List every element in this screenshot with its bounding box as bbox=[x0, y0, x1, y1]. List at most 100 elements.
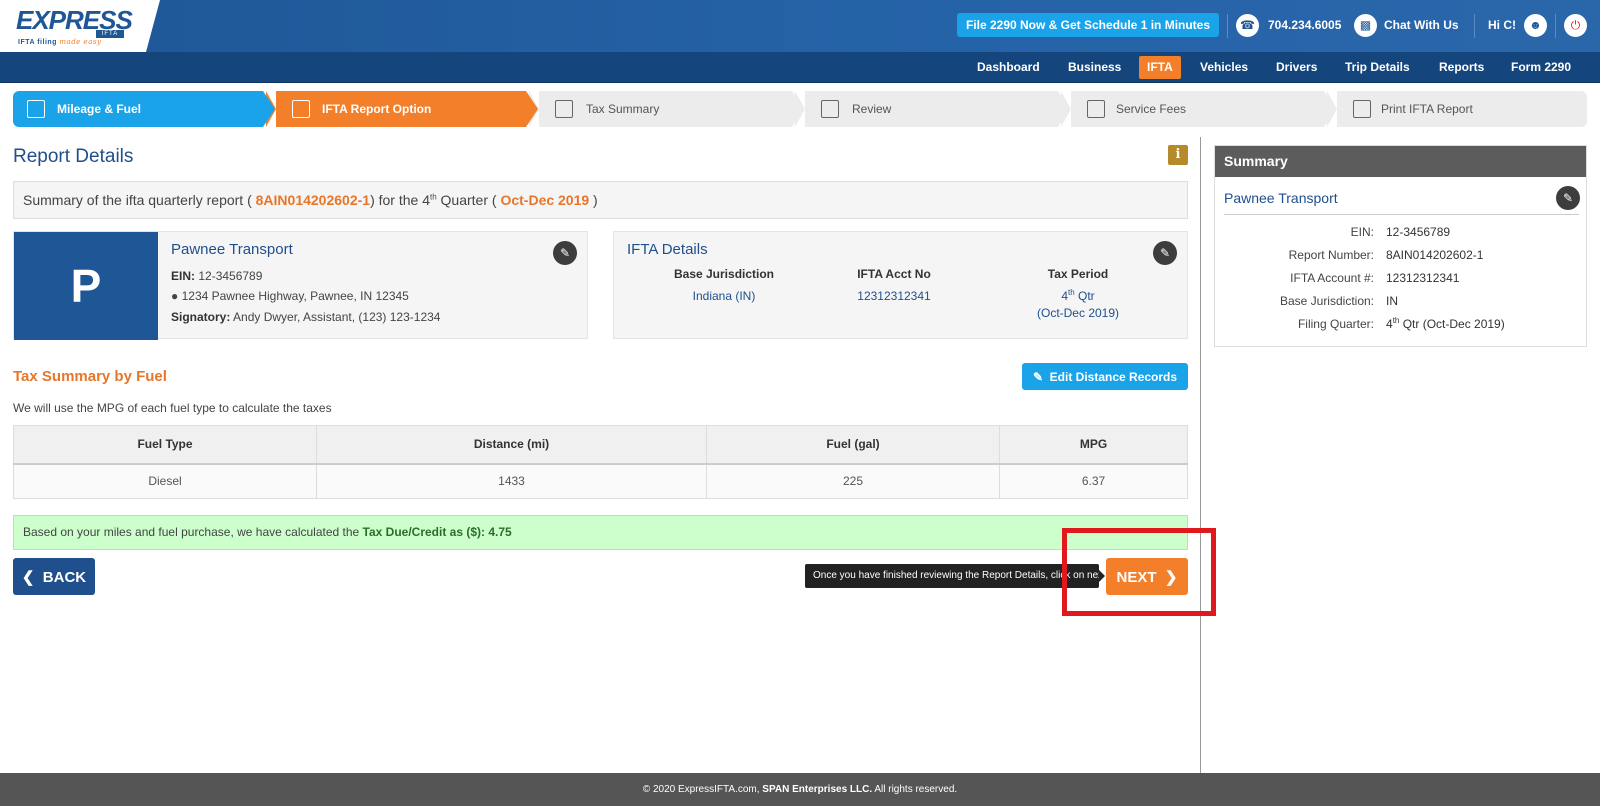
summary-panel-title: Summary bbox=[1215, 146, 1586, 177]
step-label: Print IFTA Report bbox=[1381, 102, 1473, 116]
base-jurisdiction: Base Jurisdiction Indiana (IN) bbox=[654, 267, 794, 305]
edit-ifta-pencil-icon[interactable]: ✎ bbox=[1153, 241, 1177, 265]
business-ein: EIN: 12-3456789 bbox=[171, 269, 263, 283]
content-divider bbox=[1200, 137, 1201, 773]
button-label: Edit Distance Records bbox=[1049, 369, 1178, 384]
logo[interactable]: EXPRESS IFTA IFTA filing made easy bbox=[0, 0, 160, 52]
summary-panel: Summary Pawnee Transport ✎ EIN: 12-345678… bbox=[1214, 145, 1587, 347]
tax-period-value: 4th Qtr (Oct-Dec 2019) bbox=[1036, 288, 1120, 321]
step-print-ifta-report[interactable]: Print IFTA Report bbox=[1327, 91, 1587, 127]
business-avatar: P bbox=[14, 232, 158, 340]
mpg-cell: 6.37 bbox=[999, 463, 1188, 499]
tax-due-value: Tax Due/Credit as ($): 4.75 bbox=[362, 525, 512, 539]
logo-ifta-badge: IFTA bbox=[96, 30, 124, 38]
edit-distance-records-button[interactable]: ✎ Edit Distance Records bbox=[1022, 363, 1188, 390]
step-label: Mileage & Fuel bbox=[57, 102, 142, 116]
summary-sup: th bbox=[429, 192, 437, 202]
cash-icon bbox=[1087, 100, 1105, 118]
summary-text: Summary of the ifta quarterly report ( bbox=[23, 192, 256, 208]
location-pin-icon: ● bbox=[171, 289, 179, 303]
base-jurisdiction-value: Indiana (IN) bbox=[692, 289, 756, 303]
step-arrow bbox=[526, 91, 538, 127]
wizard-steps: Mileage & Fuel IFTA Report Option Tax Su… bbox=[0, 83, 1600, 137]
logout-power-icon[interactable]: ⏻ bbox=[1564, 14, 1587, 37]
tax-period: Tax Period 4th Qtr (Oct-Dec 2019) bbox=[1008, 267, 1148, 322]
nav-reports[interactable]: Reports bbox=[1431, 56, 1492, 79]
table-row: Diesel 1433 225 6.37 bbox=[13, 463, 1188, 499]
main-nav: Dashboard Business IFTA Vehicles Drivers… bbox=[0, 52, 1600, 83]
ifta-account-value: 12312312341 bbox=[857, 289, 931, 303]
column-header: Fuel Type bbox=[13, 425, 317, 465]
footer-company: SPAN Enterprises LLC. bbox=[762, 784, 873, 795]
chat-icon: ▩ bbox=[1354, 14, 1377, 37]
info-icon[interactable]: i bbox=[1168, 145, 1188, 165]
user-profile-icon[interactable]: ☻ bbox=[1524, 14, 1547, 37]
tax-due-bar: Based on your miles and fuel purchase, w… bbox=[13, 515, 1188, 550]
ifta-details-title: IFTA Details bbox=[627, 241, 708, 258]
header-divider bbox=[1474, 14, 1475, 38]
step-arrow bbox=[1058, 91, 1070, 127]
step-tax-summary[interactable]: Tax Summary bbox=[529, 91, 804, 127]
column-header: MPG bbox=[999, 425, 1188, 465]
step-label: IFTA Report Option bbox=[322, 102, 432, 116]
phone-number[interactable]: 704.234.6005 bbox=[1268, 18, 1341, 32]
step-review[interactable]: Review bbox=[795, 91, 1070, 127]
report-number: 8AIN014202602-1 bbox=[255, 192, 371, 208]
nav-trip-details[interactable]: Trip Details bbox=[1337, 56, 1418, 79]
mpg-note: We will use the MPG of each fuel type to… bbox=[13, 401, 332, 415]
step-service-fees[interactable]: Service Fees bbox=[1061, 91, 1336, 127]
report-icon bbox=[292, 100, 310, 118]
user-greeting: Hi C! bbox=[1488, 18, 1516, 32]
header-divider bbox=[1555, 14, 1556, 38]
report-summary-bar: Summary of the ifta quarterly report ( 8… bbox=[13, 181, 1188, 219]
chevron-left-icon: ❮ bbox=[21, 568, 35, 586]
page-title: Report Details bbox=[13, 146, 134, 167]
summary-text: Quarter ( bbox=[436, 192, 501, 208]
nav-vehicles[interactable]: Vehicles bbox=[1192, 56, 1256, 79]
fuel-type-cell: Diesel bbox=[13, 463, 317, 499]
column-header: Distance (mi) bbox=[316, 425, 707, 465]
summary-text: ) for the 4 bbox=[370, 192, 430, 208]
fuel-cell: 225 bbox=[706, 463, 1000, 499]
footer-text: © 2020 ExpressIFTA.com, bbox=[642, 784, 763, 795]
fuel-tax-table: Fuel Type Distance (mi) Fuel (gal) MPG D… bbox=[13, 425, 1188, 499]
edit-summary-pencil-icon[interactable]: ✎ bbox=[1556, 186, 1580, 210]
business-card: P Pawnee Transport EIN: 12-3456789 ● 123… bbox=[13, 231, 588, 340]
summary-icon bbox=[555, 100, 573, 118]
step-ifta-report-option[interactable]: IFTA Report Option bbox=[266, 91, 538, 127]
next-tooltip: Once you have finished reviewing the Rep… bbox=[805, 564, 1099, 588]
nav-business[interactable]: Business bbox=[1060, 56, 1129, 79]
ifta-account-label: IFTA Acct No bbox=[857, 267, 931, 281]
top-header: EXPRESS IFTA IFTA filing made easy File … bbox=[0, 0, 1600, 52]
business-name: Pawnee Transport bbox=[171, 241, 293, 258]
phone-icon: ☎ bbox=[1236, 14, 1259, 37]
report-period: Oct-Dec 2019 bbox=[500, 192, 590, 208]
review-icon bbox=[821, 100, 839, 118]
nav-ifta[interactable]: IFTA bbox=[1139, 56, 1181, 79]
printer-icon bbox=[1353, 100, 1371, 118]
ifta-details-card: IFTA Details Base Jurisdiction Indiana (… bbox=[613, 231, 1188, 339]
summary-text: ) bbox=[589, 192, 598, 208]
edit-business-pencil-icon[interactable]: ✎ bbox=[553, 241, 577, 265]
logo-tagline: IFTA filing made easy bbox=[18, 38, 102, 46]
business-signatory: Signatory: Andy Dwyer, Assistant, (123) … bbox=[171, 310, 441, 324]
summary-business-name: Pawnee Transport bbox=[1224, 190, 1338, 206]
nav-drivers[interactable]: Drivers bbox=[1268, 56, 1325, 79]
back-button[interactable]: ❮ BACK bbox=[13, 558, 95, 595]
nav-form-2290[interactable]: Form 2290 bbox=[1503, 56, 1579, 79]
next-highlight-box bbox=[1062, 528, 1216, 616]
footer-text: All rights reserved. bbox=[872, 784, 958, 795]
step-arrow bbox=[1324, 91, 1336, 127]
step-label: Tax Summary bbox=[586, 102, 660, 116]
tax-text: Based on your miles and fuel purchase, w… bbox=[23, 525, 363, 539]
base-jurisdiction-label: Base Jurisdiction bbox=[673, 267, 775, 281]
fuel-pump-icon bbox=[27, 100, 45, 118]
summary-divider bbox=[1224, 214, 1579, 215]
business-address: ● 1234 Pawnee Highway, Pawnee, IN 12345 bbox=[171, 289, 409, 303]
step-mileage-fuel[interactable]: Mileage & Fuel bbox=[13, 91, 275, 127]
nav-dashboard[interactable]: Dashboard bbox=[969, 56, 1048, 79]
step-label: Review bbox=[852, 102, 892, 116]
chat-with-us-link[interactable]: Chat With Us bbox=[1384, 18, 1459, 32]
ifta-account: IFTA Acct No 12312312341 bbox=[824, 267, 964, 305]
file-2290-promo-button[interactable]: File 2290 Now & Get Schedule 1 in Minute… bbox=[957, 13, 1219, 37]
